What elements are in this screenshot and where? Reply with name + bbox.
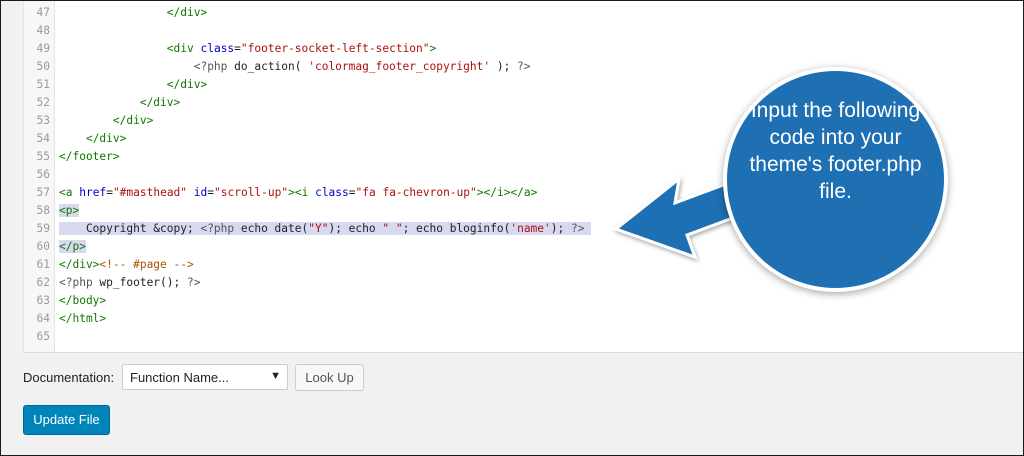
line-number: 50 (36, 60, 50, 73)
line-code: <div class="footer-socket-left-section"> (166, 42, 437, 55)
line-code: </div><!-- #page --> (59, 258, 194, 271)
line-code: </div> (85, 132, 127, 145)
line-code: </div> (166, 6, 208, 19)
line-number: 49 (36, 42, 50, 55)
line-code: </html> (59, 312, 107, 325)
documentation-label: Documentation: (23, 370, 115, 385)
callout-text: Input the following code into your theme… (749, 99, 922, 203)
line-code: Copyright &copy; <?php echo date("Y"); e… (59, 220, 592, 238)
line-number: 64 (36, 312, 50, 325)
line-number: 58 (36, 204, 50, 217)
function-name-select[interactable]: Function Name... ▼ (122, 364, 288, 390)
line-number: 65 (36, 330, 50, 343)
line-code: </body> (59, 294, 107, 307)
line-number: 51 (36, 78, 50, 91)
function-name-select-value: Function Name... (130, 370, 229, 385)
line-code: </div> (166, 78, 208, 91)
code-line[interactable]: 64 </html> (24, 310, 1023, 328)
line-number: 48 (36, 24, 50, 37)
line-number: 61 (36, 258, 50, 271)
look-up-button[interactable]: Look Up (295, 364, 364, 391)
callout-bubble: Input the following code into your theme… (723, 67, 948, 292)
line-code: </div> (112, 114, 154, 127)
line-number: 62 (36, 276, 50, 289)
line-number: 53 (36, 114, 50, 127)
code-line[interactable]: 48 (24, 22, 1023, 40)
line-number: 57 (36, 186, 50, 199)
line-code: <?php wp_footer(); ?> (59, 276, 201, 289)
line-code: </div> (139, 96, 181, 109)
code-line[interactable]: 47 </div> (24, 4, 1023, 22)
line-code: <?php do_action( 'colormag_footer_copyri… (193, 60, 531, 73)
line-code: </footer> (59, 150, 120, 163)
line-number: 54 (36, 132, 50, 145)
line-code: <a href="#masthead" id="scroll-up"><i cl… (59, 186, 538, 199)
update-file-button[interactable]: Update File (23, 405, 110, 435)
line-number: 59 (36, 222, 50, 235)
line-number: 56 (36, 168, 50, 181)
code-line[interactable]: 65 (24, 328, 1023, 346)
dropdown-arrow-icon: ▼ (270, 370, 281, 382)
line-code: </p> (59, 240, 86, 253)
code-line[interactable]: 63 </body> (24, 292, 1023, 310)
line-number: 47 (36, 6, 50, 19)
line-number: 55 (36, 150, 50, 163)
line-number: 63 (36, 294, 50, 307)
line-number: 60 (36, 240, 50, 253)
line-number: 52 (36, 96, 50, 109)
screenshot-frame: 47 </div> 48 49 <div class="footer-socket-… (0, 0, 1024, 456)
code-line[interactable]: 49 <div class="footer-socket-left-sectio… (24, 40, 1023, 58)
line-code: <p> (59, 204, 80, 217)
